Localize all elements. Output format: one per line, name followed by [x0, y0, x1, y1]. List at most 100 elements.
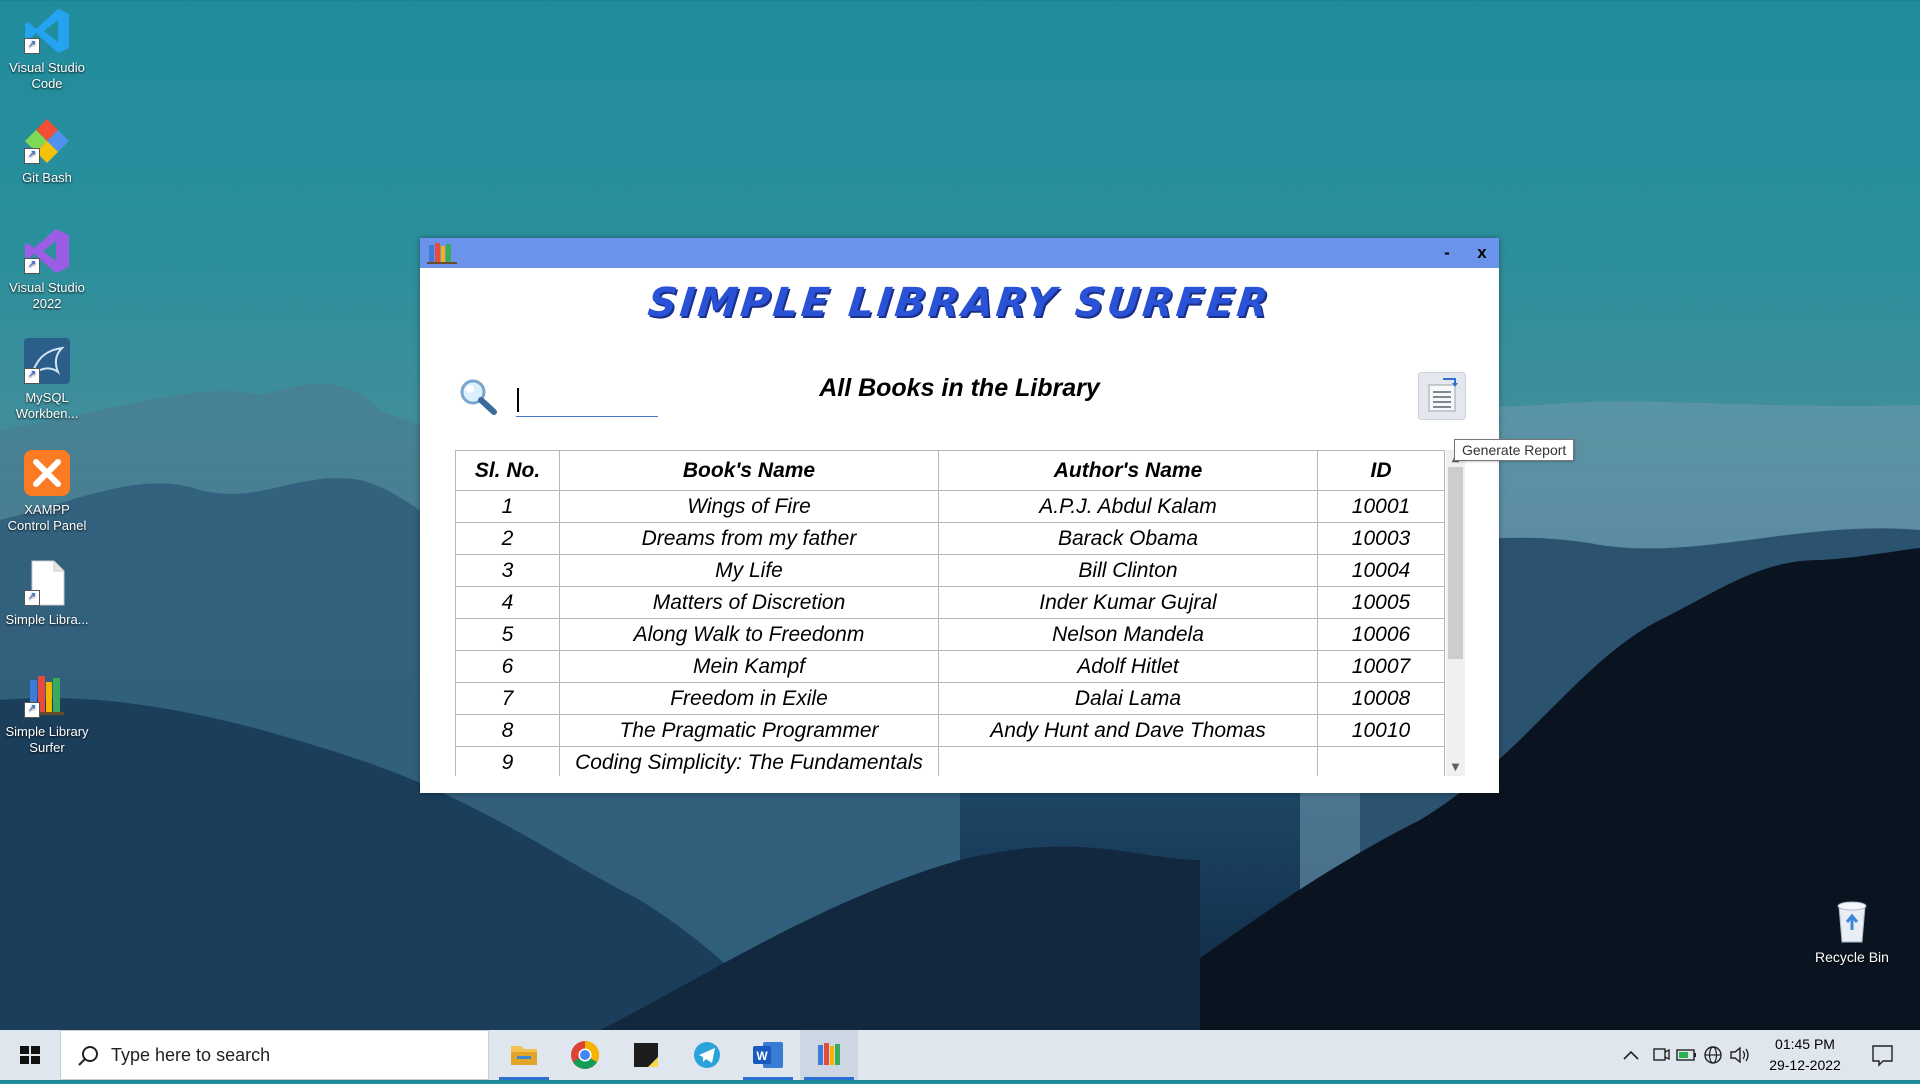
table-row[interactable]: 2 Dreams from my father Barack Obama 100… [455, 522, 1445, 555]
shortcut-arrow-icon: ↗ [24, 38, 40, 54]
books-table: Sl. No. Book's Name Author's Name ID 1 W… [455, 450, 1445, 776]
taskbar-telegram[interactable] [678, 1030, 736, 1080]
cell-sl-no: 4 [455, 586, 560, 619]
cell-id: 10004 [1317, 554, 1445, 587]
cell-sl-no: 9 [455, 746, 560, 776]
globe-icon [1704, 1046, 1722, 1064]
taskbar-search-placeholder: Type here to search [111, 1045, 271, 1065]
table-row[interactable]: 8 The Pragmatic Programmer Andy Hunt and… [455, 714, 1445, 747]
report-icon [1428, 378, 1458, 412]
cell-sl-no: 1 [455, 490, 560, 523]
speaker-icon [1730, 1046, 1749, 1064]
cell-sl-no: 7 [455, 682, 560, 715]
cell-author-name: Adolf Hitlet [938, 650, 1318, 683]
taskbar-library-app[interactable] [800, 1030, 858, 1080]
cell-book-name: Wings of Fire [559, 490, 939, 523]
app-brand-title: SIMPLE LIBRARY SURFER [645, 280, 1274, 326]
tray-volume-icon[interactable] [1726, 1030, 1754, 1080]
tray-battery-icon[interactable] [1674, 1030, 1700, 1080]
column-header-author-name[interactable]: Author's Name [938, 450, 1318, 491]
table-row[interactable]: 7 Freedom in Exile Dalai Lama 10008 [455, 682, 1445, 715]
clock-date: 29-12-2022 [1769, 1057, 1841, 1073]
desktop-icon-vscode[interactable]: ↗ Visual Studio Code [4, 6, 90, 92]
desktop-icon-simple-libra[interactable]: ↗ Simple Libra... [4, 558, 90, 628]
cell-book-name: My Life [559, 554, 939, 587]
cell-sl-no: 2 [455, 522, 560, 555]
cell-book-name: Coding Simplicity: The Fundamentals [559, 746, 939, 776]
search-icon [78, 1046, 98, 1066]
table-row[interactable]: 6 Mein Kampf Adolf Hitlet 10007 [455, 650, 1445, 683]
desktop-icon-label: Visual Studio 2022 [9, 280, 85, 311]
scroll-thumb[interactable] [1448, 467, 1463, 659]
tray-network-icon[interactable] [1700, 1030, 1726, 1080]
tray-chevron-up-icon[interactable] [1614, 1030, 1648, 1080]
desktop-icon-simple-library-surfer[interactable]: ↗ Simple Library Surfer [4, 670, 90, 756]
shortcut-arrow-icon: ↗ [24, 148, 40, 164]
table-row[interactable]: 5 Along Walk to Freedonm Nelson Mandela … [455, 618, 1445, 651]
shortcut-arrow-icon: ↗ [24, 258, 40, 274]
cell-book-name: The Pragmatic Programmer [559, 714, 939, 747]
cell-id: 10006 [1317, 618, 1445, 651]
recycle-bin-icon [1837, 901, 1867, 943]
desktop-icon-label: Simple Library Surfer [5, 724, 89, 755]
svg-text:W: W [756, 1049, 768, 1063]
taskbar-word[interactable]: W [739, 1030, 797, 1080]
close-button[interactable]: x [1468, 240, 1496, 266]
camera-icon [1653, 1048, 1670, 1061]
cell-id: 10008 [1317, 682, 1445, 715]
taskbar-chrome[interactable] [556, 1030, 614, 1080]
cell-author-name: Andy Hunt and Dave Thomas [938, 714, 1318, 747]
notification-icon [1872, 1045, 1893, 1067]
desktop-icon-label: Visual Studio Code [9, 60, 85, 91]
file-explorer-icon [511, 1046, 537, 1065]
table-row[interactable]: 3 My Life Bill Clinton 10004 [455, 554, 1445, 587]
books-table-container: Sl. No. Book's Name Author's Name ID 1 W… [455, 450, 1465, 776]
cell-sl-no: 8 [455, 714, 560, 747]
xampp-icon [24, 450, 70, 496]
table-row[interactable]: 4 Matters of Discretion Inder Kumar Gujr… [455, 586, 1445, 619]
cell-book-name: Dreams from my father [559, 522, 939, 555]
cell-book-name: Mein Kampf [559, 650, 939, 683]
cell-book-name: Matters of Discretion [559, 586, 939, 619]
generate-report-tooltip: Generate Report [1454, 439, 1575, 461]
minimize-button[interactable]: - [1433, 240, 1461, 266]
column-header-id[interactable]: ID [1317, 450, 1445, 491]
cell-sl-no: 5 [455, 618, 560, 651]
desktop-icon-git-bash[interactable]: ↗ Git Bash [4, 116, 90, 186]
column-header-sl-no[interactable]: Sl. No. [455, 450, 560, 491]
shortcut-arrow-icon: ↗ [24, 702, 40, 718]
taskbar-clock[interactable]: 01:45 PM 29-12-2022 [1760, 1034, 1850, 1076]
start-button[interactable] [0, 1030, 60, 1080]
taskbar-search-box[interactable]: Type here to search [60, 1030, 489, 1080]
battery-icon [1676, 1049, 1696, 1061]
cell-book-name: Along Walk to Freedonm [559, 618, 939, 651]
table-scrollbar[interactable]: ▲ ▼ [1446, 450, 1465, 776]
table-row[interactable]: 9 Coding Simplicity: The Fundamentals [455, 746, 1445, 776]
cell-author-name: Inder Kumar Gujral [938, 586, 1318, 619]
desktop-icon-xampp[interactable]: XAMPP Control Panel [4, 448, 90, 534]
books-icon [427, 243, 457, 264]
library-app-window: - x SIMPLE LIBRARY SURFER All Books in t… [420, 238, 1575, 793]
cell-sl-no: 3 [455, 554, 560, 587]
section-title: All Books in the Library [819, 374, 1100, 402]
desktop-icon-mysql-workbench[interactable]: ↗ MySQL Workben... [4, 336, 90, 422]
desktop-icon-visual-studio[interactable]: ↗ Visual Studio 2022 [4, 226, 90, 312]
cell-id: 10010 [1317, 714, 1445, 747]
desktop-icon-recycle-bin[interactable]: Recycle Bin [1806, 896, 1898, 965]
window-titlebar[interactable]: - x [420, 238, 1499, 268]
column-header-book-name[interactable]: Book's Name [559, 450, 939, 491]
cell-id: 10003 [1317, 522, 1445, 555]
generate-report-button[interactable] [1418, 372, 1466, 420]
tray-meet-icon[interactable] [1648, 1030, 1674, 1080]
scroll-down-arrow-icon[interactable]: ▼ [1446, 759, 1465, 776]
taskbar-sticky-notes[interactable] [617, 1030, 675, 1080]
windows-logo-icon [20, 1046, 40, 1064]
action-center-button[interactable] [1862, 1030, 1902, 1080]
table-row[interactable]: 1 Wings of Fire A.P.J. Abdul Kalam 10001 [455, 490, 1445, 523]
desktop-icon-label: XAMPP Control Panel [7, 502, 87, 533]
taskbar-file-explorer[interactable] [495, 1030, 553, 1080]
telegram-icon [694, 1042, 720, 1068]
clock-time: 01:45 PM [1775, 1036, 1835, 1052]
cell-book-name: Freedom in Exile [559, 682, 939, 715]
taskbar: Type here to search W 01:45 PM 29-12-202… [0, 1030, 1920, 1080]
